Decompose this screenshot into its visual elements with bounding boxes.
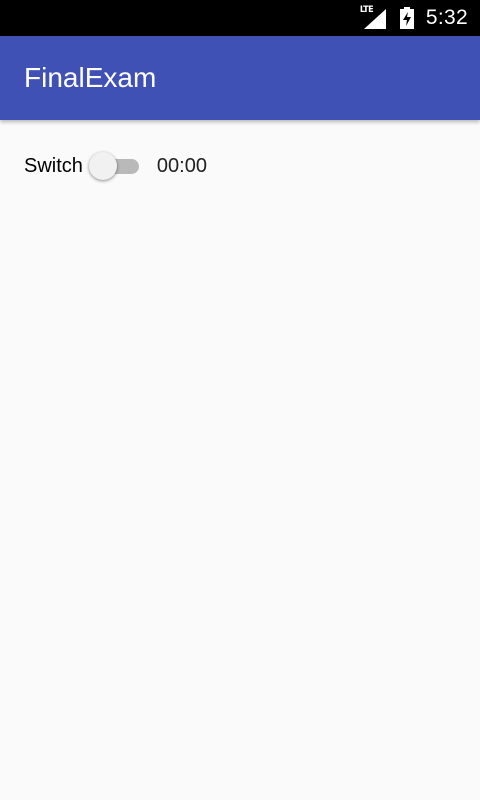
status-clock: 5:32 bbox=[425, 6, 468, 29]
status-icons: LTE 5:32 bbox=[360, 0, 468, 36]
lte-signal-icon: LTE bbox=[360, 5, 388, 29]
battery-charging-icon bbox=[399, 7, 414, 29]
main-content: Switch 00:00 bbox=[0, 120, 480, 800]
switch-thumb bbox=[88, 152, 117, 180]
switch-label[interactable]: Switch bbox=[24, 155, 83, 178]
switch-row: Switch 00:00 bbox=[24, 150, 207, 182]
timer-display: 00:00 bbox=[156, 154, 207, 177]
app-title: FinalExam bbox=[24, 62, 157, 93]
cell-signal-icon bbox=[363, 9, 386, 29]
status-bar: LTE 5:32 bbox=[0, 0, 480, 36]
app-bar: FinalExam bbox=[0, 36, 480, 120]
switch-toggle[interactable] bbox=[88, 150, 141, 182]
